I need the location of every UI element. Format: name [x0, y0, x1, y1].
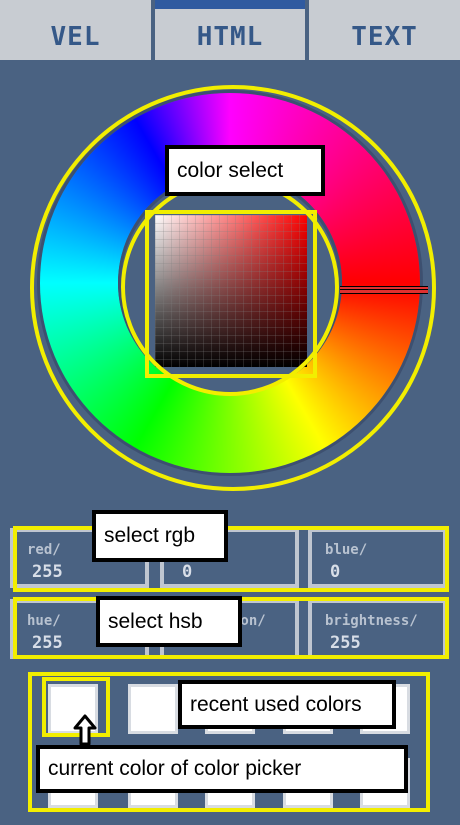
tab-text[interactable]: TEXT: [309, 0, 460, 60]
up-arrow-icon: [73, 714, 97, 746]
rgb-highlight: [13, 526, 449, 592]
tab-vel[interactable]: VEL: [0, 0, 151, 60]
tab-html[interactable]: HTML: [155, 0, 305, 60]
select-hsb-label: select hsb: [96, 596, 242, 647]
color-select-label: color select: [165, 145, 325, 196]
recent-colors-label: recent used colors: [178, 680, 396, 729]
square-highlight: [145, 210, 317, 378]
current-color-label: current color of color picker: [36, 745, 408, 793]
tab-bar: VEL HTML TEXT: [0, 0, 460, 60]
select-rgb-label: select rgb: [92, 510, 228, 562]
